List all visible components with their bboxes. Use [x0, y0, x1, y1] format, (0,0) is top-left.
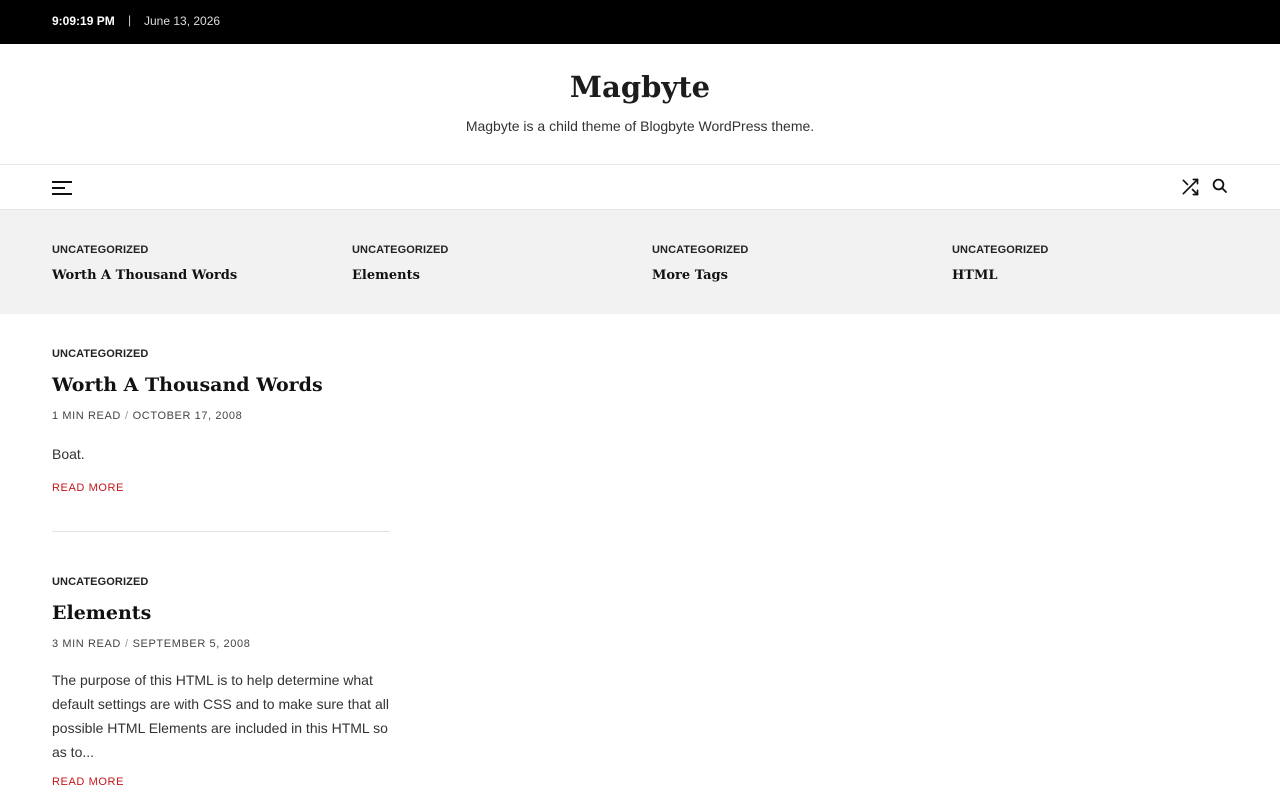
- featured-title[interactable]: Worth A Thousand Words: [52, 268, 332, 283]
- post-title[interactable]: Worth A Thousand Words: [52, 374, 390, 396]
- search-icon[interactable]: [1211, 177, 1231, 197]
- topbar-separator: |: [128, 13, 132, 27]
- read-more-link[interactable]: READ MORE: [52, 776, 124, 788]
- top-bar: 9:09:19 PM | June 13, 2026: [0, 0, 1280, 44]
- featured-category[interactable]: UNCATEGORIZED: [352, 244, 448, 256]
- featured-item: UNCATEGORIZED More Tags: [652, 240, 932, 283]
- site-description: Magbyte is a child theme of Blogbyte Wor…: [465, 118, 815, 134]
- post-excerpt: Boat.: [52, 446, 85, 462]
- current-time: 9:09:19 PM: [52, 14, 115, 28]
- post-card: UNCATEGORIZED Elements 3 MIN READ / SEPTEM…: [52, 572, 390, 790]
- read-time: 3 MIN READ: [52, 638, 121, 650]
- featured-posts-strip: UNCATEGORIZED Worth A Thousand Words UNC…: [0, 210, 1280, 314]
- featured-item: UNCATEGORIZED Worth A Thousand Words: [52, 240, 332, 283]
- hamburger-icon[interactable]: [52, 181, 74, 195]
- read-time: 1 MIN READ: [52, 410, 121, 422]
- post-meta: 1 MIN READ / OCTOBER 17, 2008: [52, 410, 390, 422]
- featured-title[interactable]: Elements: [352, 268, 632, 283]
- current-date: June 13, 2026: [144, 14, 221, 28]
- post-category[interactable]: UNCATEGORIZED: [52, 576, 148, 588]
- featured-category[interactable]: UNCATEGORIZED: [952, 244, 1048, 256]
- nav-bar: [0, 164, 1280, 210]
- meta-separator: /: [124, 410, 129, 422]
- shuffle-icon[interactable]: [1180, 177, 1200, 197]
- featured-category[interactable]: UNCATEGORIZED: [652, 244, 748, 256]
- post-divider: [52, 531, 390, 532]
- site-title[interactable]: Magbyte: [0, 70, 1280, 104]
- post-date[interactable]: SEPTEMBER 5, 2008: [133, 638, 251, 650]
- post-category[interactable]: UNCATEGORIZED: [52, 348, 148, 360]
- post-title[interactable]: Elements: [52, 602, 390, 624]
- post-meta: 3 MIN READ / SEPTEMBER 5, 2008: [52, 638, 390, 650]
- featured-title[interactable]: HTML: [952, 268, 1232, 283]
- meta-separator: /: [124, 638, 129, 650]
- post-card: UNCATEGORIZED Worth A Thousand Words 1 M…: [52, 344, 390, 496]
- featured-title[interactable]: More Tags: [652, 268, 932, 283]
- post-date[interactable]: OCTOBER 17, 2008: [133, 410, 243, 422]
- featured-item: UNCATEGORIZED HTML: [952, 240, 1232, 283]
- post-excerpt: The purpose of this HTML is to help dete…: [52, 672, 389, 760]
- featured-item: UNCATEGORIZED Elements: [352, 240, 632, 283]
- featured-category[interactable]: UNCATEGORIZED: [52, 244, 148, 256]
- read-more-link[interactable]: READ MORE: [52, 482, 124, 494]
